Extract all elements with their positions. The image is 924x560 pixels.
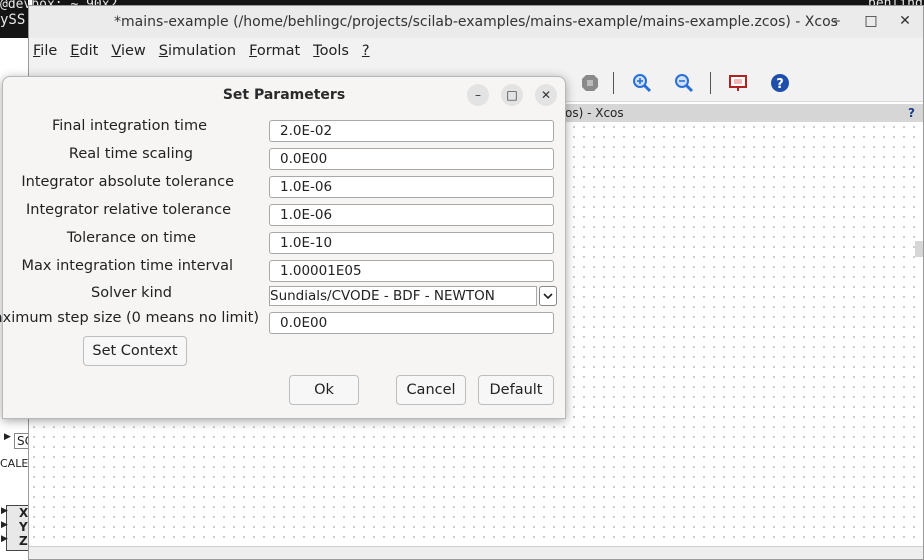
port-arrow-icon: ▶ — [1, 534, 8, 544]
max-step-size-input[interactable] — [269, 312, 554, 334]
max-step-size-label: Maximum step size (0 means no limit) — [0, 310, 259, 326]
port-z-label: Z — [19, 534, 28, 548]
param-row-solver: Solver kind Sundials/CVODE - BDF - NEWTO… — [3, 285, 565, 309]
dialog-titlebar[interactable]: Set Parameters – □ ✕ — [3, 77, 565, 113]
dialog-maximize-button[interactable]: □ — [501, 84, 523, 106]
canvas-edge-marker — [915, 241, 923, 257]
menu-edit[interactable]: Edit — [70, 43, 98, 59]
window-title: *mains-example (/home/behlingc/projects/… — [114, 14, 838, 30]
port-arrow-icon: ▶ — [1, 520, 8, 530]
zoom-in-icon[interactable] — [631, 72, 653, 94]
menu-simulation[interactable]: Simulation — [159, 43, 236, 59]
palette-arrow-icon: ▶ — [4, 432, 11, 442]
ok-button[interactable]: Ok — [289, 375, 359, 405]
dialog-close-button[interactable]: ✕ — [535, 84, 557, 106]
param-row-max-interval: Max integration time interval — [3, 258, 565, 282]
max-integration-interval-label: Max integration time interval — [21, 258, 234, 274]
integrator-relative-tolerance-input[interactable] — [269, 204, 554, 226]
param-row-abs-tol: Integrator absolute tolerance — [3, 174, 565, 198]
menu-format[interactable]: Format — [249, 43, 300, 59]
dialog-minimize-button[interactable]: – — [467, 84, 489, 106]
port-x-label: X — [19, 506, 29, 520]
maximize-button[interactable]: □ — [861, 10, 881, 32]
integrator-absolute-tolerance-label: Integrator absolute tolerance — [21, 174, 234, 190]
palette-block-xyz: ▶ X ▶ Y ▶ Z — [1, 505, 30, 551]
real-time-scaling-input[interactable] — [269, 148, 554, 170]
dialog-title: Set Parameters — [222, 87, 346, 103]
menu-tools[interactable]: Tools — [313, 43, 349, 59]
close-button[interactable]: ✕ — [895, 10, 915, 32]
integrator-absolute-tolerance-input[interactable] — [269, 176, 554, 198]
tolerance-on-time-label: Tolerance on time — [66, 230, 196, 246]
cancel-button[interactable]: Cancel — [396, 375, 466, 405]
menu-bar: File Edit View Simulation Format Tools ? — [29, 38, 923, 64]
integrator-relative-tolerance-label: Integrator relative tolerance — [26, 202, 231, 218]
default-button[interactable]: Default — [478, 375, 554, 405]
port-y-label: Y — [19, 520, 28, 534]
horizontal-scrollbar[interactable] — [29, 546, 923, 559]
set-context-button[interactable]: Set Context — [83, 336, 187, 366]
menu-file[interactable]: File — [33, 43, 57, 59]
chevron-down-icon[interactable] — [539, 286, 557, 306]
toolbar-separator — [613, 72, 614, 94]
diagram-tab-label[interactable]: os) - Xcos — [565, 104, 624, 122]
param-row-real-time-scaling: Real time scaling — [3, 146, 565, 170]
param-row-rel-tol: Integrator relative tolerance — [3, 202, 565, 226]
xcos-titlebar[interactable]: *mains-example (/home/behlingc/projects/… — [29, 6, 923, 38]
toolbar-separator — [710, 72, 711, 94]
set-parameters-dialog: Set Parameters – □ ✕ Final integration t… — [0, 76, 566, 419]
menu-view[interactable]: View — [111, 43, 145, 59]
param-row-final-time: Final integration time — [3, 118, 565, 142]
menu-help[interactable]: ? — [362, 43, 370, 59]
help-icon[interactable]: ? — [769, 72, 791, 94]
param-row-max-step: Maximum step size (0 means no limit) — [0, 310, 565, 334]
tab-help-mark[interactable]: ? — [908, 104, 915, 122]
final-integration-time-label: Final integration time — [51, 118, 207, 134]
real-time-scaling-label: Real time scaling — [68, 146, 193, 162]
svg-text:?: ? — [776, 77, 784, 92]
terminal-text-fragment: ySS — [0, 12, 26, 28]
minimize-button[interactable]: – — [827, 10, 847, 32]
final-integration-time-input[interactable] — [269, 120, 554, 142]
solver-kind-select[interactable]: Sundials/CVODE - BDF - NEWTON — [269, 286, 537, 306]
stop-icon[interactable] — [579, 72, 601, 94]
zoom-out-icon[interactable] — [673, 72, 695, 94]
port-arrow-icon: ▶ — [1, 506, 8, 516]
viewport-icon[interactable] — [727, 72, 749, 94]
max-integration-interval-input[interactable] — [269, 260, 554, 282]
tolerance-on-time-input[interactable] — [269, 232, 554, 254]
param-row-time-tol: Tolerance on time — [3, 230, 565, 254]
solver-kind-label: Solver kind — [91, 285, 172, 301]
